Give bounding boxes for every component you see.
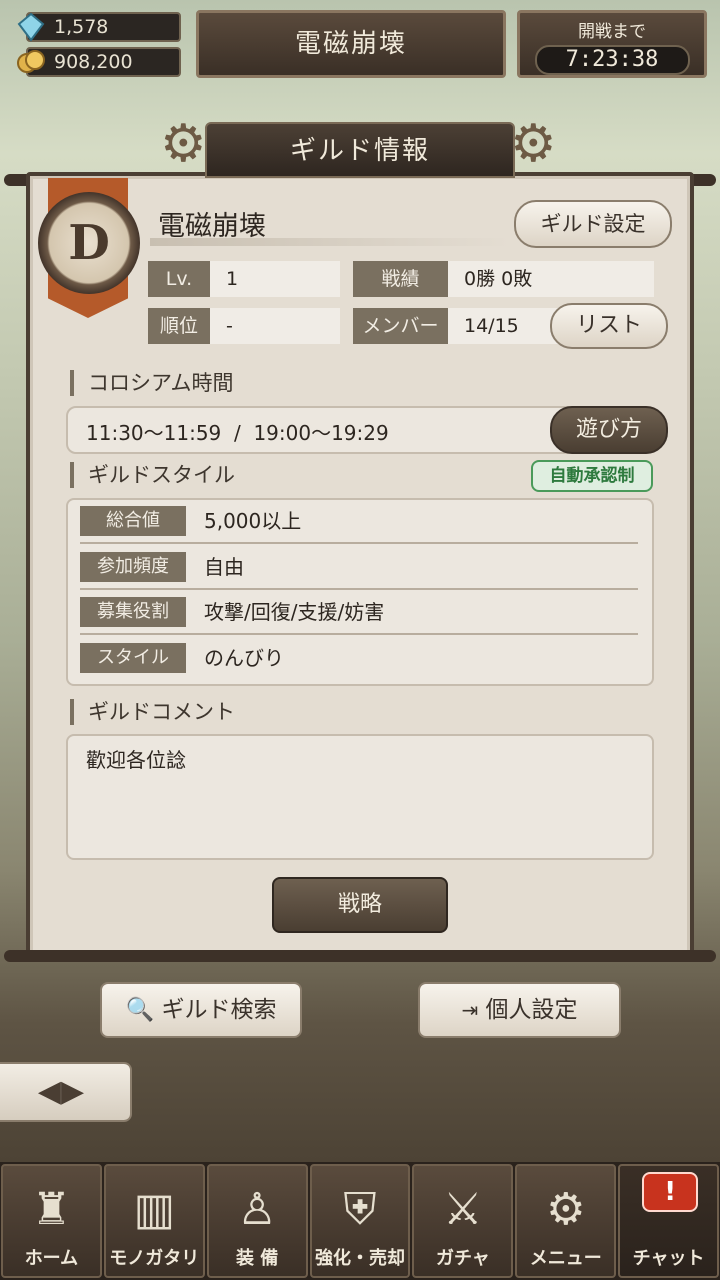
strategy-button[interactable]: 戦略 (272, 877, 448, 933)
style-value: 攻撃/回復/支援/妨害 (204, 600, 385, 624)
style-label: 参加頻度 (80, 552, 186, 582)
enter-arrow-icon: ⇥ (461, 998, 479, 1022)
nav-chat[interactable]: ! チャット (618, 1164, 720, 1278)
gear-decoration-icon: ⚙ (160, 114, 207, 174)
guild-title-banner: 電磁崩壊 (196, 10, 506, 78)
style-value: のんびり (204, 646, 284, 670)
timer-label: 開戦まで (578, 22, 646, 42)
rank-value: - (210, 308, 340, 344)
personal-settings-button[interactable]: ⇥ 個人設定 (418, 982, 621, 1038)
colosseum-section-title: コロシアム時間 (70, 370, 234, 396)
gears-icon: ⚙ (546, 1184, 586, 1235)
style-row: 募集役割 攻撃/回復/支援/妨害 (80, 591, 638, 635)
gem-count: 1,578 (54, 16, 109, 38)
nav-home[interactable]: ♜ ホーム (1, 1164, 102, 1278)
nav-gacha[interactable]: ⚔ ガチャ (412, 1164, 514, 1278)
personal-settings-label: 個人設定 (485, 997, 578, 1023)
coin-icon (16, 47, 46, 77)
guild-settings-button[interactable]: ギルド設定 (514, 200, 672, 248)
swords-icon: ⚔ (443, 1184, 483, 1235)
level-value: 1 (210, 261, 340, 297)
coin-counter: 908,200 (17, 47, 181, 77)
nav-story[interactable]: ▥ モノガタリ (103, 1164, 205, 1278)
puppet-icon: ♙ (237, 1184, 277, 1235)
battle-timer: 開戦まで 7:23:38 (517, 10, 707, 78)
gear-decoration-icon: ⚙ (510, 114, 557, 174)
style-row: 総合値 5,000以上 (80, 500, 638, 544)
style-row: スタイル のんびり (80, 637, 638, 681)
nav-label: メニュー (529, 1248, 602, 1269)
guild-search-label: ギルド検索 (161, 997, 277, 1023)
armor-icon: ⛨ (343, 1184, 377, 1235)
style-label: 募集役割 (80, 597, 186, 627)
chat-alert-icon: ! (642, 1172, 699, 1212)
gem-counter: 1,578 (17, 12, 181, 42)
colosseum-time: 11:30〜11:59 / 19:00〜19:29 (86, 421, 389, 445)
record-label: 戦績 (353, 261, 448, 297)
nav-label: 強化・売却 (315, 1248, 405, 1269)
nav-label: チャット (632, 1248, 705, 1269)
guild-name: 電磁崩壊 (158, 211, 266, 242)
nav-equip[interactable]: ♙ 装 備 (206, 1164, 308, 1278)
member-list-button[interactable]: リスト (550, 303, 668, 349)
search-icon: 🔍 (125, 997, 155, 1023)
gem-icon (16, 12, 46, 42)
style-value: 自由 (204, 555, 244, 579)
nav-label: ガチャ (435, 1248, 490, 1269)
nav-menu[interactable]: ⚙ メニュー (515, 1164, 617, 1278)
style-row: 参加頻度 自由 (80, 546, 638, 590)
back-button[interactable]: ◀▶ (0, 1062, 132, 1122)
guild-comment-section-title: ギルドコメント (70, 699, 235, 725)
nav-label: モノガタリ (109, 1248, 200, 1269)
guild-search-button[interactable]: 🔍 ギルド検索 (100, 982, 302, 1038)
how-to-play-button[interactable]: 遊び方 (550, 406, 668, 454)
guild-style-section-title: ギルドスタイル (70, 462, 235, 488)
member-label: メンバー (353, 308, 448, 344)
level-label: Lv. (148, 261, 210, 297)
book-icon: ▥ (133, 1184, 176, 1235)
nav-label: 装 備 (236, 1248, 279, 1269)
panel-title: ギルド情報 (205, 122, 515, 178)
panel-bottom-rod (4, 950, 716, 962)
timer-value: 7:23:38 (534, 45, 690, 75)
back-arrow-icon: ◀▶ (37, 1074, 85, 1109)
nav-label: ホーム (24, 1248, 79, 1269)
record-value: 0勝 0敗 (448, 261, 654, 297)
auto-approval-badge: 自動承認制 (531, 460, 653, 492)
guild-comment-text: 歡迎各位諗 (86, 748, 186, 772)
coin-count: 908,200 (54, 51, 133, 73)
rank-label: 順位 (148, 308, 210, 344)
rank-emblem: D (38, 192, 140, 294)
castle-icon: ♜ (31, 1184, 72, 1235)
style-label: 総合値 (80, 506, 186, 536)
nav-enhance-sell[interactable]: ⛨ 強化・売却 (309, 1164, 411, 1278)
style-label: スタイル (80, 643, 186, 673)
style-value: 5,000以上 (204, 509, 302, 533)
bottom-nav: ♜ ホーム ▥ モノガタリ ♙ 装 備 ⛨ 強化・売却 ⚔ ガチャ ⚙ メニュー… (0, 1162, 720, 1280)
